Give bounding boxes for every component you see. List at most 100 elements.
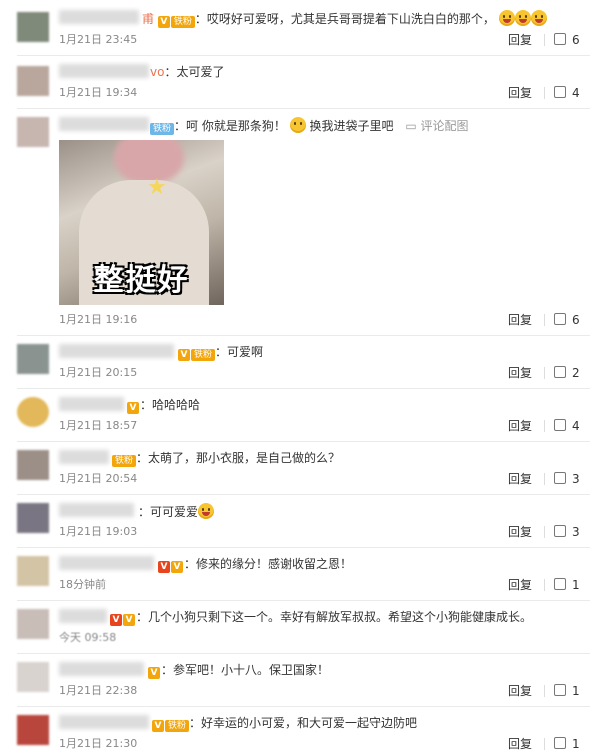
reply-button[interactable]: 回复: [508, 419, 532, 433]
username[interactable]: [59, 715, 149, 729]
grin-emoji-icon: [514, 10, 531, 26]
username[interactable]: [59, 344, 174, 358]
avatar[interactable]: [17, 662, 49, 692]
thinking-emoji-icon: [289, 117, 306, 133]
reply-button[interactable]: 回复: [508, 525, 532, 539]
divider: [544, 526, 545, 538]
vip-badge-icon: V: [127, 402, 139, 414]
like-count: 1: [572, 737, 580, 751]
grin-emoji-icon: [198, 503, 215, 519]
picture-icon: ▭: [405, 119, 417, 133]
reply-button[interactable]: 回复: [508, 684, 532, 698]
reply-button[interactable]: 回复: [508, 86, 532, 100]
reply-button[interactable]: 回复: [508, 366, 532, 380]
username[interactable]: [59, 662, 144, 676]
divider: [17, 388, 590, 389]
username[interactable]: [59, 397, 124, 411]
comment-line: ：可可爱爱: [138, 503, 215, 520]
comment-text: ：修来的缘分！感谢收留之恩！: [184, 557, 353, 571]
picture-link-label: 评论配图: [420, 119, 469, 133]
like-button[interactable]: 6: [554, 313, 580, 327]
thumb-up-icon: [554, 525, 566, 537]
like-count: 6: [572, 313, 580, 327]
comment-text: ：可可爱爱: [138, 505, 199, 519]
username[interactable]: [59, 10, 139, 24]
comment-text: ：太可爱了: [164, 65, 225, 79]
username-tail[interactable]: 甫: [142, 12, 154, 26]
vip-badge-icon: V: [152, 720, 164, 732]
comment-text: ：哎呀好可爱呀，尤其是兵哥哥提着下山洗白白的那个，: [194, 12, 495, 26]
like-button[interactable]: 2: [554, 366, 580, 380]
divider: [17, 441, 590, 442]
comment-picture[interactable]: ★ 整挺好: [59, 140, 224, 305]
username-tail[interactable]: vo: [150, 65, 164, 79]
username[interactable]: [59, 503, 134, 517]
like-button[interactable]: 6: [554, 33, 580, 47]
comment-line: V 铁粉 ：好幸运的小可爱，和大可爱一起守边防吧: [152, 715, 417, 732]
comment-time: 18分钟前: [59, 578, 106, 591]
like-count: 1: [572, 684, 580, 698]
comment-text: ：可爱啊: [215, 345, 264, 359]
avatar[interactable]: [17, 450, 49, 480]
comment-time: 1月21日 20:15: [59, 366, 138, 379]
avatar[interactable]: [17, 344, 49, 374]
like-count: 4: [572, 86, 580, 100]
divider: [544, 738, 545, 750]
comment-picture-link[interactable]: ▭ 评论配图: [405, 119, 468, 133]
divider: [17, 600, 590, 601]
avatar[interactable]: [17, 12, 49, 42]
thumb-up-icon: [554, 33, 566, 45]
comment-time: 今天 09:58: [59, 631, 117, 644]
like-count: 3: [572, 472, 580, 486]
username[interactable]: [59, 64, 149, 78]
username[interactable]: [59, 117, 149, 131]
comment-text: ：好幸运的小可爱，和大可爱一起守边防吧: [189, 716, 418, 730]
thumb-up-icon: [554, 578, 566, 590]
vip-badge-icon: V: [171, 561, 183, 573]
thumb-up-icon: [554, 472, 566, 484]
fan-badge: 铁粉: [112, 455, 137, 467]
avatar[interactable]: [17, 503, 49, 533]
avatar[interactable]: [17, 66, 49, 96]
username[interactable]: [59, 609, 107, 623]
reply-button[interactable]: 回复: [508, 313, 532, 327]
divider: [17, 653, 590, 654]
username[interactable]: [59, 556, 154, 570]
vip-badge-icon: V: [110, 614, 122, 626]
avatar[interactable]: [17, 556, 49, 586]
reply-button[interactable]: 回复: [508, 578, 532, 592]
reply-button[interactable]: 回复: [508, 33, 532, 47]
like-button[interactable]: 4: [554, 86, 580, 100]
comment-text: ：太萌了，那小衣服，是自己做的么？: [136, 451, 341, 465]
comment-line: 铁粉 ：呵 你就是那条狗！ 换我进袋子里吧 ▭ 评论配图: [150, 117, 469, 135]
divider: [544, 473, 545, 485]
avatar[interactable]: [17, 609, 49, 639]
reply-button[interactable]: 回复: [508, 472, 532, 486]
like-button[interactable]: 1: [554, 578, 580, 592]
avatar[interactable]: [17, 715, 49, 745]
like-button[interactable]: 4: [554, 419, 580, 433]
like-button[interactable]: 3: [554, 525, 580, 539]
reply-button[interactable]: 回复: [508, 737, 532, 751]
comment-line: 铁粉 ：太萌了，那小衣服，是自己做的么？: [112, 450, 340, 467]
divider: [17, 706, 590, 707]
like-count: 3: [572, 525, 580, 539]
like-button[interactable]: 1: [554, 684, 580, 698]
star-icon: ★: [147, 175, 167, 200]
like-button[interactable]: 3: [554, 472, 580, 486]
comment-time: 1月21日 19:16: [59, 313, 138, 326]
comment-line: V 铁粉 ：可爱啊: [178, 344, 263, 361]
comment-line: 甫 V 铁粉 ：哎呀好可爱呀，尤其是兵哥哥提着下山洗白白的那个，: [142, 10, 547, 28]
thumb-up-icon: [554, 86, 566, 98]
avatar[interactable]: [17, 397, 49, 427]
divider: [17, 55, 590, 56]
avatar[interactable]: [17, 117, 49, 147]
like-count: 4: [572, 419, 580, 433]
vip-badge-icon: V: [157, 16, 170, 28]
divider: [544, 87, 545, 99]
fan-badge: 铁粉: [150, 123, 175, 135]
like-button[interactable]: 1: [554, 737, 580, 751]
username[interactable]: [59, 450, 109, 464]
comment-text: ：参军吧！小十八。保卫国家！: [161, 663, 330, 677]
comment-time: 1月21日 22:38: [59, 684, 138, 697]
